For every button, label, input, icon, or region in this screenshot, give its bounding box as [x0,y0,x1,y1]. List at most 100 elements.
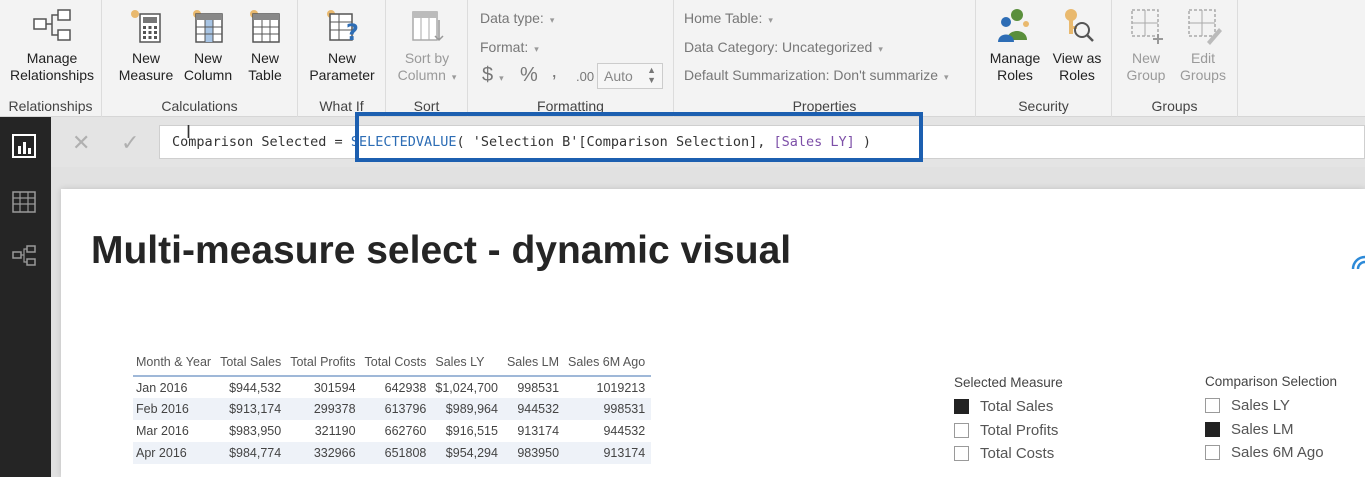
slicer-option[interactable]: Sales 6M Ago [1205,444,1337,468]
slicer-option-label: Total Sales [980,398,1054,415]
group-groups: New Group Edit Groups Groups [1112,0,1238,117]
table-cell: 1019213 [596,380,646,395]
slicer-option[interactable]: Total Costs [954,445,1063,469]
group-properties: Home Table: ▾ Data Category: Uncategorize… [674,0,976,117]
checkbox-icon[interactable] [954,446,969,461]
group-relationships: Manage Relationships Relationships [0,0,102,117]
chevron-down-icon: ▾ [451,72,457,82]
home-table-dropdown[interactable]: Home Table: ▾ [684,10,773,26]
slicer-option[interactable]: Total Sales [954,398,1063,422]
column-header[interactable]: Month & Year [133,351,218,377]
table-row[interactable]: Mar 2016 $983,950 321190 662760 $916,515 9131… [133,420,651,442]
percent-button[interactable]: % [520,64,538,87]
chevron-down-icon: ▾ [534,44,539,54]
checkbox-icon[interactable] [1205,445,1220,460]
table-cell: Feb 2016 [133,398,218,420]
table-row[interactable]: Feb 2016 $913,174 299378 613796 $989,964 9445… [133,398,652,420]
data-type-label: Data type: [480,10,544,26]
commit-formula-button[interactable]: ✓ [121,130,139,156]
column-header[interactable]: Total Profits [287,351,362,377]
slicer-option[interactable]: Sales LY [1205,397,1337,421]
table-cell: Apr 2016 [133,442,218,464]
column-header[interactable]: Total Sales [217,351,288,377]
edit-groups-button[interactable]: Edit Groups [1174,6,1232,84]
currency-icon: $ [482,64,494,86]
checkbox-icon[interactable] [954,422,969,438]
new-measure-button[interactable]: New Measure [116,6,176,84]
text-cursor-icon: I [186,122,192,142]
model-view-icon[interactable] [11,243,37,269]
formula-highlight-box [355,112,923,162]
group-security: Manage Roles View as Roles Security [976,0,1112,117]
table-header-row: Month & Year Total Sales Total Profits T… [133,351,652,377]
table-row[interactable]: Apr 2016 $984,774 332966 651808 $954,294 9839… [133,442,652,464]
security-group-label: Security [1018,98,1069,114]
manage-roles-button[interactable]: Manage Roles [982,6,1048,84]
calculator-icon [131,10,161,43]
slicer-option[interactable]: Total Profits [954,422,1063,446]
table-cell: $913,174 [217,398,288,420]
close-icon: ✕ [72,130,91,155]
new-column-button[interactable]: New Column [180,6,236,84]
new-parameter-button[interactable]: ? New Parameter [304,6,380,84]
edit-groups-icon [1188,9,1222,45]
default-summarization-dropdown[interactable]: Default Summarization: Don't summarize ▾ [684,67,949,83]
table-cell: 651808 [361,442,433,464]
table-cell: 913174 [517,424,560,438]
view-as-roles-button[interactable]: View as Roles [1048,6,1106,84]
sort-by-column-button[interactable]: Sort by Column ▾ [392,6,462,86]
sales-table[interactable]: Month & Year Total Sales Total Profits T… [133,351,652,464]
format-dropdown[interactable]: Format: ▾ [480,39,539,55]
key-magnifier-icon [1065,9,1094,42]
decimal-places-button[interactable]: .00 [576,69,594,84]
slicer-option-label: Sales LM [1231,420,1294,438]
sort-by-column-label: Sort by Column [397,50,450,83]
view-switcher-rail [0,117,51,477]
table-cell: Jan 2016 [136,380,188,395]
checkbox-icon[interactable] [1205,398,1220,413]
table-cell: 332966 [287,442,362,464]
view-as-roles-label: View as Roles [1052,50,1102,83]
table-cell: 299378 [287,398,362,420]
table-cell: 944532 [503,398,566,420]
column-header[interactable]: Sales 6M Ago [565,351,652,377]
users-icon [998,9,1029,42]
new-table-icon [250,10,280,43]
calculations-group-label: Calculations [161,98,238,114]
manage-roles-label: Manage Roles [989,50,1041,83]
slicer-option[interactable]: Sales LM [1205,421,1337,445]
data-category-dropdown[interactable]: Data Category: Uncategorized ▾ [684,39,883,55]
group-calculations: New Measure New Column New Table Calcula… [102,0,298,117]
new-group-button[interactable]: New Group [1118,6,1174,84]
checkbox-icon[interactable] [1205,421,1220,437]
table-cell: Mar 2016 [136,424,189,438]
table-row[interactable]: Jan 2016 $944,532 301594 642938 $1,024,700 99… [133,376,651,398]
report-page: Multi-measure select - dynamic visual Mo… [61,189,1365,477]
data-view-icon[interactable] [11,189,37,215]
group-whatif: ? New Parameter What If [298,0,386,117]
formula-prefix: Comparison Selected = [172,134,351,150]
decimal-auto-input[interactable]: Auto ▲ ▼ [597,63,663,89]
data-type-dropdown[interactable]: Data type: ▾ [480,10,554,26]
spinner-icon[interactable]: ▲ ▼ [647,65,656,85]
table-cell: 998531 [565,398,652,420]
column-header[interactable]: Sales LY [432,351,504,377]
format-label: Format: [480,39,529,55]
group-formatting: Data type: ▾ Format: ▾ $ ▾ % ‚ .00 Auto ▲ ▼ … [468,0,674,117]
chevron-down-icon: ▾ [549,15,555,25]
table-cell: 998531 [517,380,560,395]
new-measure-label: New Measure [118,50,174,83]
checkbox-icon[interactable] [954,399,969,414]
page-title: Multi-measure select - dynamic visual [91,229,792,272]
currency-button[interactable]: $ ▾ [482,64,504,87]
column-header[interactable]: Sales LM [503,351,566,377]
table-cell: 913174 [565,442,652,464]
visual-corner-icon [1351,255,1365,270]
manage-relationships-button[interactable]: Manage Relationships [6,6,98,84]
decimal-auto-value: Auto [604,68,633,84]
column-header[interactable]: Total Costs [361,351,433,377]
comma-button[interactable]: ‚ [552,60,556,83]
new-table-button[interactable]: New Table [240,6,290,84]
cancel-formula-button[interactable]: ✕ [72,130,90,156]
report-view-icon[interactable] [11,133,37,159]
